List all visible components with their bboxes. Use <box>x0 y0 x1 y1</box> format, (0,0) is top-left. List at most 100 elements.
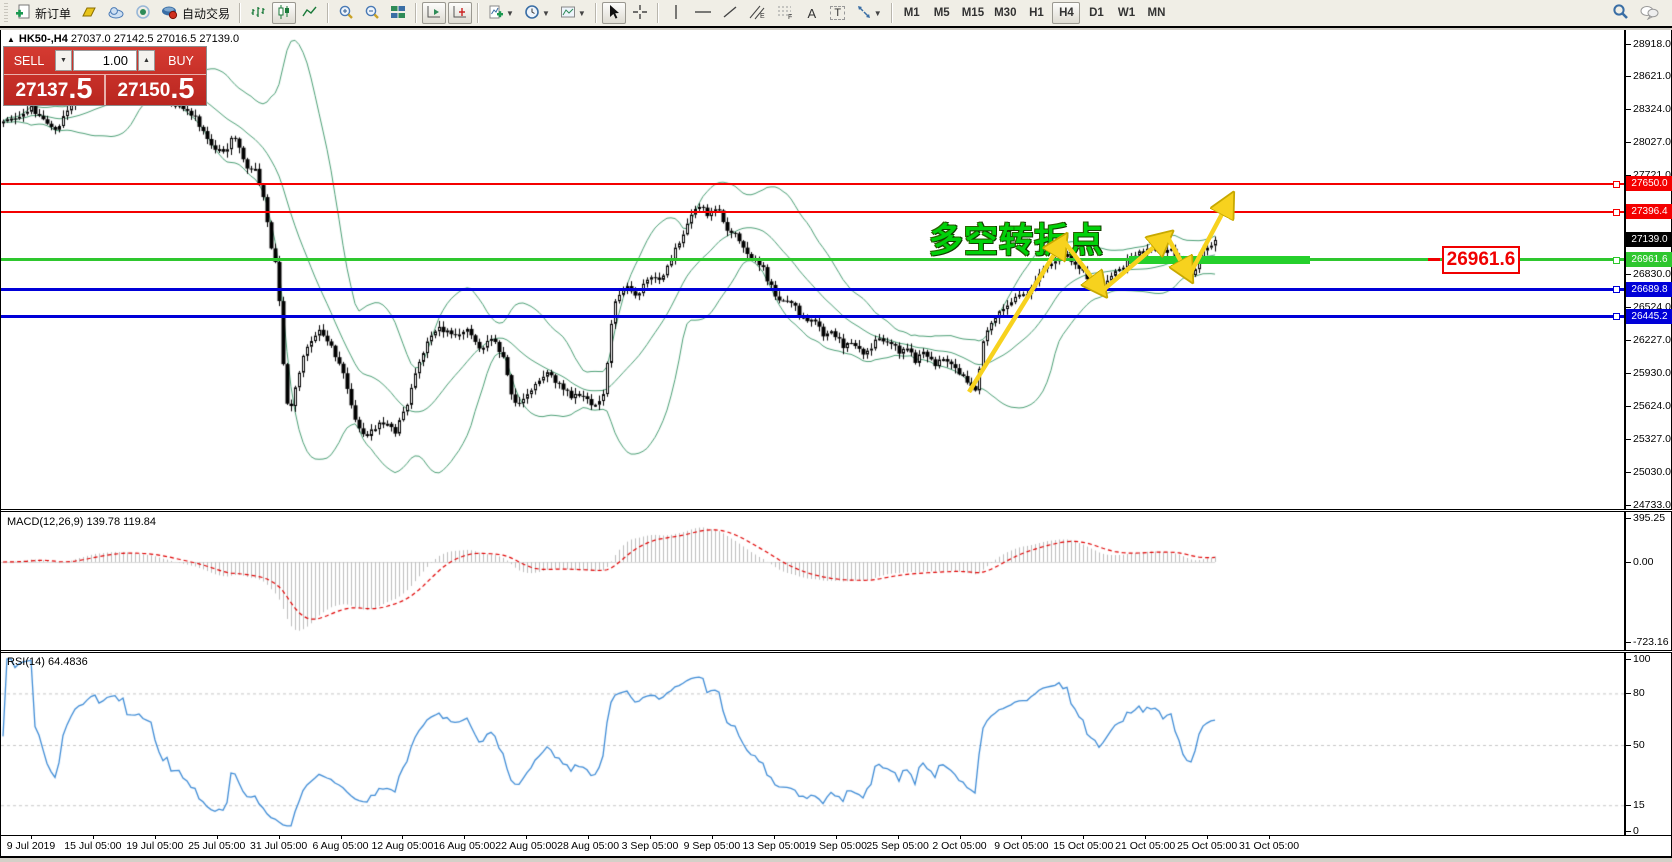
chart-window: ▲ HK50-,H4 27037.0 27142.5 27016.5 27139.… <box>0 30 1672 858</box>
label-tool-icon: T <box>830 6 846 20</box>
search-button[interactable] <box>1608 2 1633 24</box>
timeframe-m1[interactable]: M1 <box>898 2 926 24</box>
time-tick <box>1083 835 1085 839</box>
indicators-icon <box>488 4 504 23</box>
line-chart-button[interactable] <box>298 2 322 24</box>
timeframe-m30[interactable]: M30 <box>990 2 1020 24</box>
macd-chart-canvas[interactable] <box>1 512 1624 650</box>
timeframe-m15[interactable]: M15 <box>958 2 988 24</box>
time-axis-label: 15 Oct 05:00 <box>1053 840 1114 852</box>
new-order-button[interactable]: 新订单 <box>11 2 75 24</box>
signals-button[interactable] <box>131 2 155 24</box>
time-axis-label: 9 Sep 05:00 <box>683 840 741 852</box>
tile-windows-icon <box>390 4 406 23</box>
tile-windows-button[interactable] <box>386 2 410 24</box>
price-tick <box>1626 273 1631 275</box>
level-price-tag: 27396.4 <box>1626 204 1672 220</box>
price-tick <box>1626 339 1631 341</box>
arrows-tool-button[interactable]: ▼ <box>852 2 886 24</box>
sell-button[interactable]: SELL <box>4 47 54 74</box>
sell-price[interactable]: 27137.5 <box>4 75 106 105</box>
cursor-tool-button[interactable] <box>601 2 626 24</box>
time-tick <box>1021 835 1023 839</box>
price-tick-label: 26227.0 <box>1633 333 1671 346</box>
trend-arrows[interactable] <box>1 30 1624 509</box>
zoom-in-button[interactable] <box>334 2 358 24</box>
periods-button[interactable]: ▼ <box>520 2 554 24</box>
trend-arrow-segment[interactable] <box>1187 199 1230 278</box>
rsi-tick <box>1626 658 1631 660</box>
equidistant-channel-tool-button[interactable]: E <box>744 2 770 24</box>
vertical-line-tool-button[interactable] <box>664 2 688 24</box>
timeframe-w1[interactable]: W1 <box>1112 2 1140 24</box>
candlestick-chart-icon <box>276 4 292 23</box>
dropdown-arrow-icon: ▼ <box>577 8 586 18</box>
trend-arrow-segment[interactable] <box>1061 238 1102 291</box>
price-callout-box[interactable]: 26961.6 <box>1442 246 1520 274</box>
toolbar-separator <box>656 3 659 23</box>
time-tick <box>835 835 837 839</box>
macd-tick <box>1626 517 1631 519</box>
timeframe-group: M1 M5 M15 M30 H1 H4 D1 W1 MN <box>897 2 1172 24</box>
crosshair-tool-button[interactable] <box>628 2 652 24</box>
trendline-tool-button[interactable] <box>718 2 742 24</box>
price-tick <box>1626 108 1631 110</box>
fibonacci-tool-button[interactable]: F <box>772 2 798 24</box>
rsi-chart-canvas[interactable] <box>1 653 1624 833</box>
zoom-out-button[interactable] <box>360 2 384 24</box>
templates-button[interactable]: ▼ <box>556 2 590 24</box>
label-tool-button[interactable]: T <box>826 2 850 24</box>
pane-separator[interactable] <box>1 509 1672 512</box>
line-chart-icon <box>302 4 318 23</box>
timeframe-h1[interactable]: H1 <box>1022 2 1050 24</box>
buy-button[interactable]: BUY <box>156 47 206 74</box>
trend-arrow-segment[interactable] <box>1100 236 1167 293</box>
toolbar-separator <box>594 3 597 23</box>
current-price-tag: 27139.0 <box>1626 232 1672 248</box>
volume-increase-button[interactable]: ▲ <box>138 50 155 71</box>
horizontal-line-tool-button[interactable] <box>690 2 716 24</box>
autotrade-icon <box>161 4 178 23</box>
time-axis-label: 15 Jul 05:00 <box>64 840 122 852</box>
price-tick-label: 28324.0 <box>1633 102 1671 115</box>
macd-tick-label: -723.16 <box>1633 635 1669 648</box>
timeframe-d1[interactable]: D1 <box>1082 2 1110 24</box>
toolbar: 新订单 自动交易 ▼ ▼ ▼ E F A T ▼ M1 M5 M15 M30 H1 H4 D… <box>0 0 1672 28</box>
price-tick <box>1626 406 1631 408</box>
volume-input[interactable]: 1.00 <box>73 50 137 71</box>
macd-tick-label: 395.25 <box>1633 511 1666 524</box>
timeframe-mn[interactable]: MN <box>1142 2 1170 24</box>
trend-arrow-segment[interactable] <box>1165 234 1189 276</box>
buy-price[interactable]: 27150.5 <box>106 75 206 105</box>
callout-pointer <box>1428 258 1440 261</box>
trendline-icon <box>722 4 738 23</box>
chat-button[interactable] <box>1635 2 1663 24</box>
svg-text:F: F <box>788 14 792 20</box>
bar-chart-button[interactable] <box>246 2 270 24</box>
text-tool-button[interactable]: A <box>800 2 824 24</box>
macd-tick-label: 0.00 <box>1633 555 1654 568</box>
autotrade-button[interactable]: 自动交易 <box>157 2 234 24</box>
trend-arrow-segment[interactable] <box>967 240 1063 394</box>
price-tick <box>1626 504 1631 506</box>
candlestick-chart-button[interactable] <box>272 2 297 24</box>
price-tick <box>1626 43 1631 45</box>
macd-tick <box>1626 561 1631 563</box>
volume-decrease-button[interactable]: ▼ <box>55 50 72 71</box>
market-button[interactable] <box>103 2 129 24</box>
chart-shift-button[interactable] <box>448 2 473 24</box>
signals-icon <box>135 4 151 23</box>
price-tick-label: 26830.0 <box>1633 267 1671 280</box>
timeframe-m5[interactable]: M5 <box>928 2 956 24</box>
time-tick <box>526 835 528 839</box>
profiles-button[interactable] <box>77 2 101 24</box>
auto-scroll-button[interactable] <box>422 2 447 24</box>
pane-separator[interactable] <box>1 650 1672 653</box>
indicators-button[interactable]: ▼ <box>484 2 518 24</box>
periods-clock-icon <box>524 4 540 23</box>
rsi-tick-label: 50 <box>1633 738 1645 751</box>
collapse-marker-icon[interactable]: ▲ <box>7 35 15 44</box>
timeframe-h4[interactable]: H4 <box>1052 2 1081 24</box>
time-tick <box>1145 835 1147 839</box>
macd-tick <box>1626 641 1631 643</box>
